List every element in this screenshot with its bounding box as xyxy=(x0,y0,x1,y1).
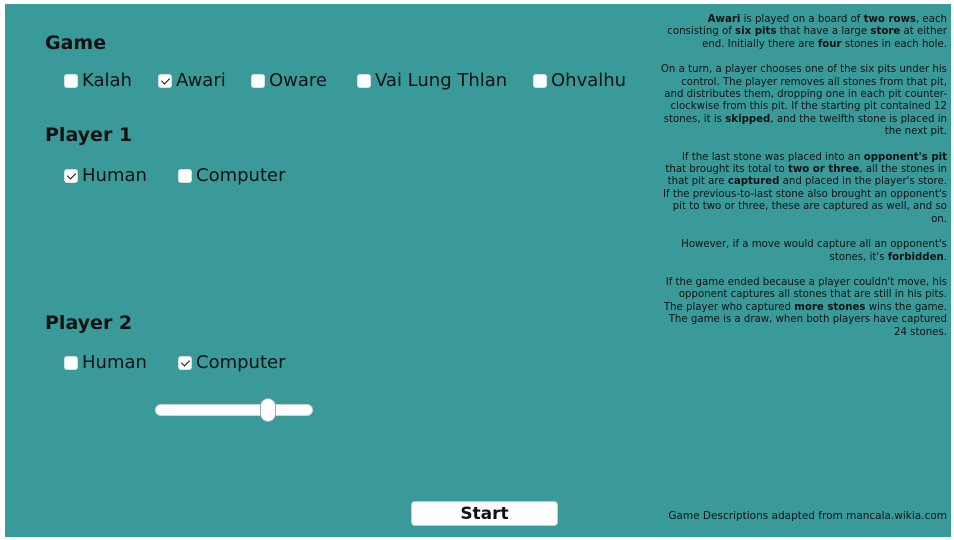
checkbox-icon[interactable] xyxy=(251,73,265,88)
game-option-kalah[interactable]: Kalah xyxy=(64,70,132,91)
player1-option-computer[interactable]: Computer xyxy=(178,165,285,186)
description-paragraph: If the last stone was placed into an opp… xyxy=(660,152,947,226)
description-text: , and the twelfth stone is placed in the… xyxy=(770,113,947,138)
start-button[interactable]: Start xyxy=(411,501,558,526)
checkbox-icon[interactable] xyxy=(178,355,192,370)
player1-title: Player 1 xyxy=(45,124,133,146)
description-paragraph: On a turn, a player chooses one of the s… xyxy=(660,64,947,138)
game-option-awari[interactable]: Awari xyxy=(158,70,226,91)
game-description: Awari is played on a board of two rows , … xyxy=(660,14,947,352)
description-text: that have a large xyxy=(776,26,871,38)
description-paragraph: If the game ended because a player could… xyxy=(660,277,947,339)
description-paragraph: However, if a move would capture all an … xyxy=(660,239,947,264)
checkbox-icon[interactable] xyxy=(64,355,78,370)
checkbox-icon[interactable] xyxy=(64,73,78,88)
option-label: Ohvalhu xyxy=(551,70,627,91)
description-bold-text: six pits xyxy=(735,26,777,38)
slider-thumb[interactable] xyxy=(260,398,277,422)
option-label: Awari xyxy=(176,70,226,91)
description-text: If the last stone was placed into an xyxy=(681,151,864,163)
description-bold-text: more stones xyxy=(794,301,866,313)
description-bold-text: four xyxy=(817,38,842,50)
option-label: Kalah xyxy=(82,70,132,91)
credits-text: Game Descriptions adapted from mancala.w… xyxy=(668,510,947,522)
game-option-vai-lung-thlan[interactable]: Vai Lung Thlan xyxy=(357,70,507,91)
description-bold-text: two or three xyxy=(787,164,860,176)
description-text: is played on a board of xyxy=(740,14,864,25)
game-section-title: Game xyxy=(45,32,107,54)
checkbox-icon[interactable] xyxy=(178,168,192,183)
description-bold-text: forbidden xyxy=(887,251,944,263)
computer-difficulty-slider[interactable] xyxy=(155,398,313,422)
description-bold-text: Awari xyxy=(707,14,741,25)
option-label: Vai Lung Thlan xyxy=(375,70,508,91)
player1-option-human[interactable]: Human xyxy=(64,165,147,186)
description-text: . xyxy=(943,251,947,263)
checkbox-icon[interactable] xyxy=(533,73,547,88)
slider-track-fill xyxy=(156,405,269,415)
game-option-ohvalhu[interactable]: Ohvalhu xyxy=(533,70,626,91)
checkbox-icon[interactable] xyxy=(158,73,172,88)
option-label: Computer xyxy=(196,165,286,186)
option-label: Computer xyxy=(196,352,286,373)
option-label: Human xyxy=(82,352,147,373)
player2-option-human[interactable]: Human xyxy=(64,352,147,373)
description-bold-text: captured xyxy=(727,176,780,188)
description-text: stones in each hole. xyxy=(841,38,947,50)
description-text: that brought its total to xyxy=(665,164,788,176)
option-label: Human xyxy=(82,165,147,186)
checkbox-icon[interactable] xyxy=(64,168,78,183)
description-paragraph: Awari is played on a board of two rows, … xyxy=(660,14,947,51)
game-option-oware[interactable]: Oware xyxy=(251,70,327,91)
description-bold-text: two rows xyxy=(863,14,916,25)
description-bold-text: opponent's pit xyxy=(863,151,947,163)
description-bold-text: skipped xyxy=(725,113,771,125)
mancala-setup-screen: Game Kalah Awari Oware Vai Lung Thlan Oh… xyxy=(5,4,951,537)
option-label: Oware xyxy=(269,70,327,91)
player2-option-computer[interactable]: Computer xyxy=(178,352,285,373)
player2-title: Player 2 xyxy=(45,312,133,334)
checkbox-icon[interactable] xyxy=(357,73,371,88)
description-bold-text: store xyxy=(870,26,901,38)
